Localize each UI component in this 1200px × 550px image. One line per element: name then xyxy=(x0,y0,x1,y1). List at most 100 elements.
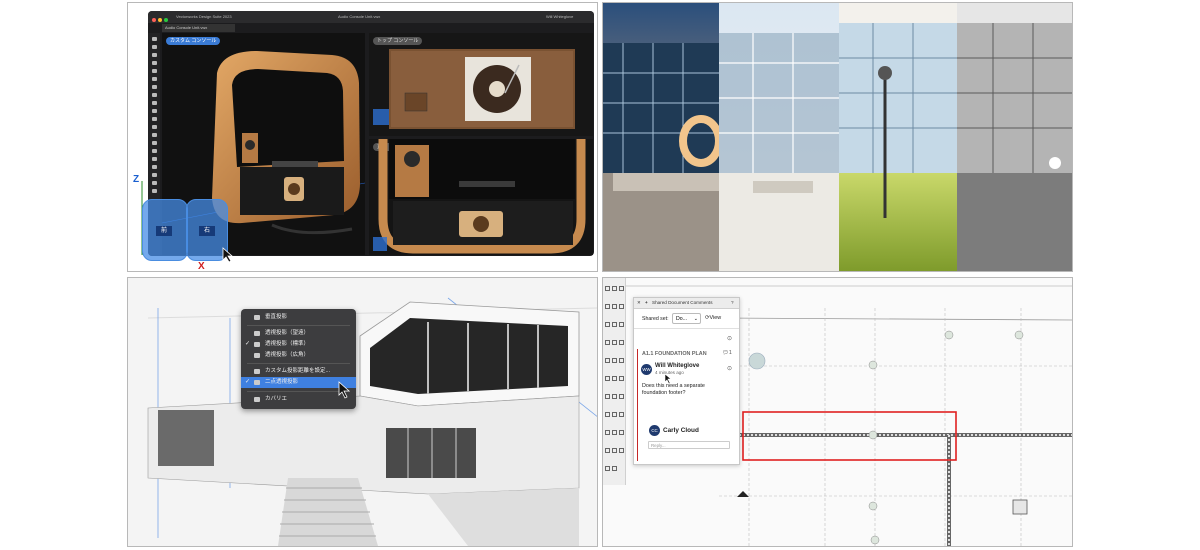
user-name[interactable]: Will Whiteglove xyxy=(546,11,573,23)
tool-icon[interactable] xyxy=(151,109,157,113)
tool-icon[interactable] xyxy=(605,340,610,345)
tool-icon[interactable] xyxy=(612,448,617,453)
tool-icon[interactable] xyxy=(619,430,624,435)
tool-icon[interactable] xyxy=(151,93,157,97)
tool-icon[interactable] xyxy=(151,45,157,49)
cube-icon xyxy=(254,342,260,347)
render-styles-panel xyxy=(602,2,1073,272)
tool-icon[interactable] xyxy=(619,304,624,309)
tool-icon[interactable] xyxy=(151,157,157,161)
tool-icon[interactable] xyxy=(612,394,617,399)
tool-icon[interactable] xyxy=(612,376,617,381)
comment-thread-marker xyxy=(637,349,638,461)
avatar: WW xyxy=(641,364,652,375)
window-controls[interactable] xyxy=(152,15,172,22)
tool-icon[interactable] xyxy=(605,466,610,471)
menu-item-perspective-normal[interactable]: ✓ 透視投影（標準） xyxy=(241,339,356,350)
zoom-icon[interactable] xyxy=(164,18,168,22)
drawing-tool-palette[interactable] xyxy=(603,278,626,485)
comment-author: Will Whiteglove xyxy=(655,363,700,369)
shared-comments-panel[interactable]: ✕ + Shared Document Comments ? Shared se… xyxy=(633,297,740,465)
tool-icon[interactable] xyxy=(605,286,610,291)
tool-icon[interactable] xyxy=(605,394,610,399)
reply-user-name: Carly Cloud xyxy=(663,427,699,434)
design-app-panel: Vectorworks Design Suite 2023 Audio Cons… xyxy=(127,2,598,272)
tool-icon[interactable] xyxy=(151,133,157,137)
check-circle-icon[interactable]: ⊙ xyxy=(727,335,732,342)
document-title: Audio Console Unit.vwx xyxy=(338,14,381,19)
tool-icon[interactable] xyxy=(151,141,157,145)
tool-icon[interactable] xyxy=(151,69,157,73)
tool-icon[interactable] xyxy=(151,117,157,121)
turntable-top-render xyxy=(373,49,575,129)
viewport-front[interactable]: 正面 コンソール xyxy=(369,139,593,255)
tool-icon[interactable] xyxy=(151,125,157,129)
menu-item-custom-distance[interactable]: カスタム投影距離を設定... xyxy=(241,366,356,377)
console-front-render xyxy=(373,139,586,254)
tool-icon[interactable] xyxy=(619,322,624,327)
close-icon[interactable]: ✕ xyxy=(637,298,641,308)
title-bar: Vectorworks Design Suite 2023 Audio Cons… xyxy=(148,11,594,23)
tool-icon[interactable] xyxy=(619,394,624,399)
camera-icon xyxy=(254,369,260,374)
tool-icon[interactable] xyxy=(605,322,610,327)
tool-icon[interactable] xyxy=(612,430,617,435)
menu-divider xyxy=(247,363,350,364)
chevron-down-icon: ⌄ xyxy=(693,316,698,322)
tool-icon[interactable] xyxy=(151,77,157,81)
tool-icon[interactable] xyxy=(151,61,157,65)
tool-icon[interactable] xyxy=(151,165,157,169)
tool-icon[interactable] xyxy=(619,412,624,417)
minimize-icon[interactable] xyxy=(158,18,162,22)
tool-icon[interactable] xyxy=(612,322,617,327)
reply-input[interactable]: Reply... xyxy=(648,441,730,449)
tool-icon[interactable] xyxy=(619,340,624,345)
tool-icon[interactable] xyxy=(151,149,157,153)
cube-face-label: 右 xyxy=(199,226,215,236)
nav-cube-front[interactable]: 前 xyxy=(142,199,188,261)
tool-icon[interactable] xyxy=(612,340,617,345)
plus-icon[interactable]: + xyxy=(645,298,648,308)
tool-icon[interactable] xyxy=(619,448,624,453)
menu-divider xyxy=(247,391,350,392)
tool-icon[interactable] xyxy=(151,101,157,105)
tool-icon[interactable] xyxy=(612,466,617,471)
tool-icon[interactable] xyxy=(612,286,617,291)
avatar: CC xyxy=(649,425,660,436)
tool-icon[interactable] xyxy=(605,358,610,363)
divider xyxy=(634,328,739,329)
tool-icon[interactable] xyxy=(151,85,157,89)
tool-icon[interactable] xyxy=(612,358,617,363)
help-icon[interactable]: ? xyxy=(731,298,734,308)
tool-icon[interactable] xyxy=(605,304,610,309)
viewport-top[interactable]: トップ コンソール xyxy=(369,33,593,136)
tool-icon[interactable] xyxy=(605,412,610,417)
tool-icon[interactable] xyxy=(605,448,610,453)
shared-set-label: Shared set: xyxy=(642,316,669,322)
menu-divider xyxy=(247,325,350,326)
menu-item-orthogonal[interactable]: 垂直投影 xyxy=(241,312,356,323)
menu-item-perspective-tele[interactable]: 透視投影（望遠） xyxy=(241,328,356,339)
tool-icon[interactable] xyxy=(605,376,610,381)
tool-icon[interactable] xyxy=(612,412,617,417)
two-point-icon xyxy=(254,380,260,385)
comment-count: 💬︎1 xyxy=(722,350,732,356)
menu-item-perspective-wide[interactable]: 透視投影（広角） xyxy=(241,350,356,361)
close-icon[interactable] xyxy=(152,18,156,22)
tool-icon[interactable] xyxy=(612,304,617,309)
check-icon: ✓ xyxy=(245,379,251,385)
tool-icon[interactable] xyxy=(619,376,624,381)
comment-text-line2: foundation footer? xyxy=(642,390,686,396)
comments-panel-header: ✕ + Shared Document Comments ? xyxy=(634,298,739,309)
shared-set-dropdown[interactable]: Do... ⌄ xyxy=(672,313,701,324)
document-tab[interactable]: Audio Console Unit.vwx xyxy=(162,24,235,32)
comment-bubble-icon: 💬︎ xyxy=(722,350,729,356)
tool-icon[interactable] xyxy=(151,53,157,57)
check-circle-icon[interactable]: ⊙ xyxy=(727,365,732,372)
tool-icon[interactable] xyxy=(605,430,610,435)
plan-comments-panel: ✕ + Shared Document Comments ? Shared se… xyxy=(602,277,1073,547)
tool-icon[interactable] xyxy=(619,286,624,291)
tool-icon[interactable] xyxy=(619,358,624,363)
tool-icon[interactable] xyxy=(151,37,157,41)
view-button[interactable]: ⟳View xyxy=(705,315,721,321)
